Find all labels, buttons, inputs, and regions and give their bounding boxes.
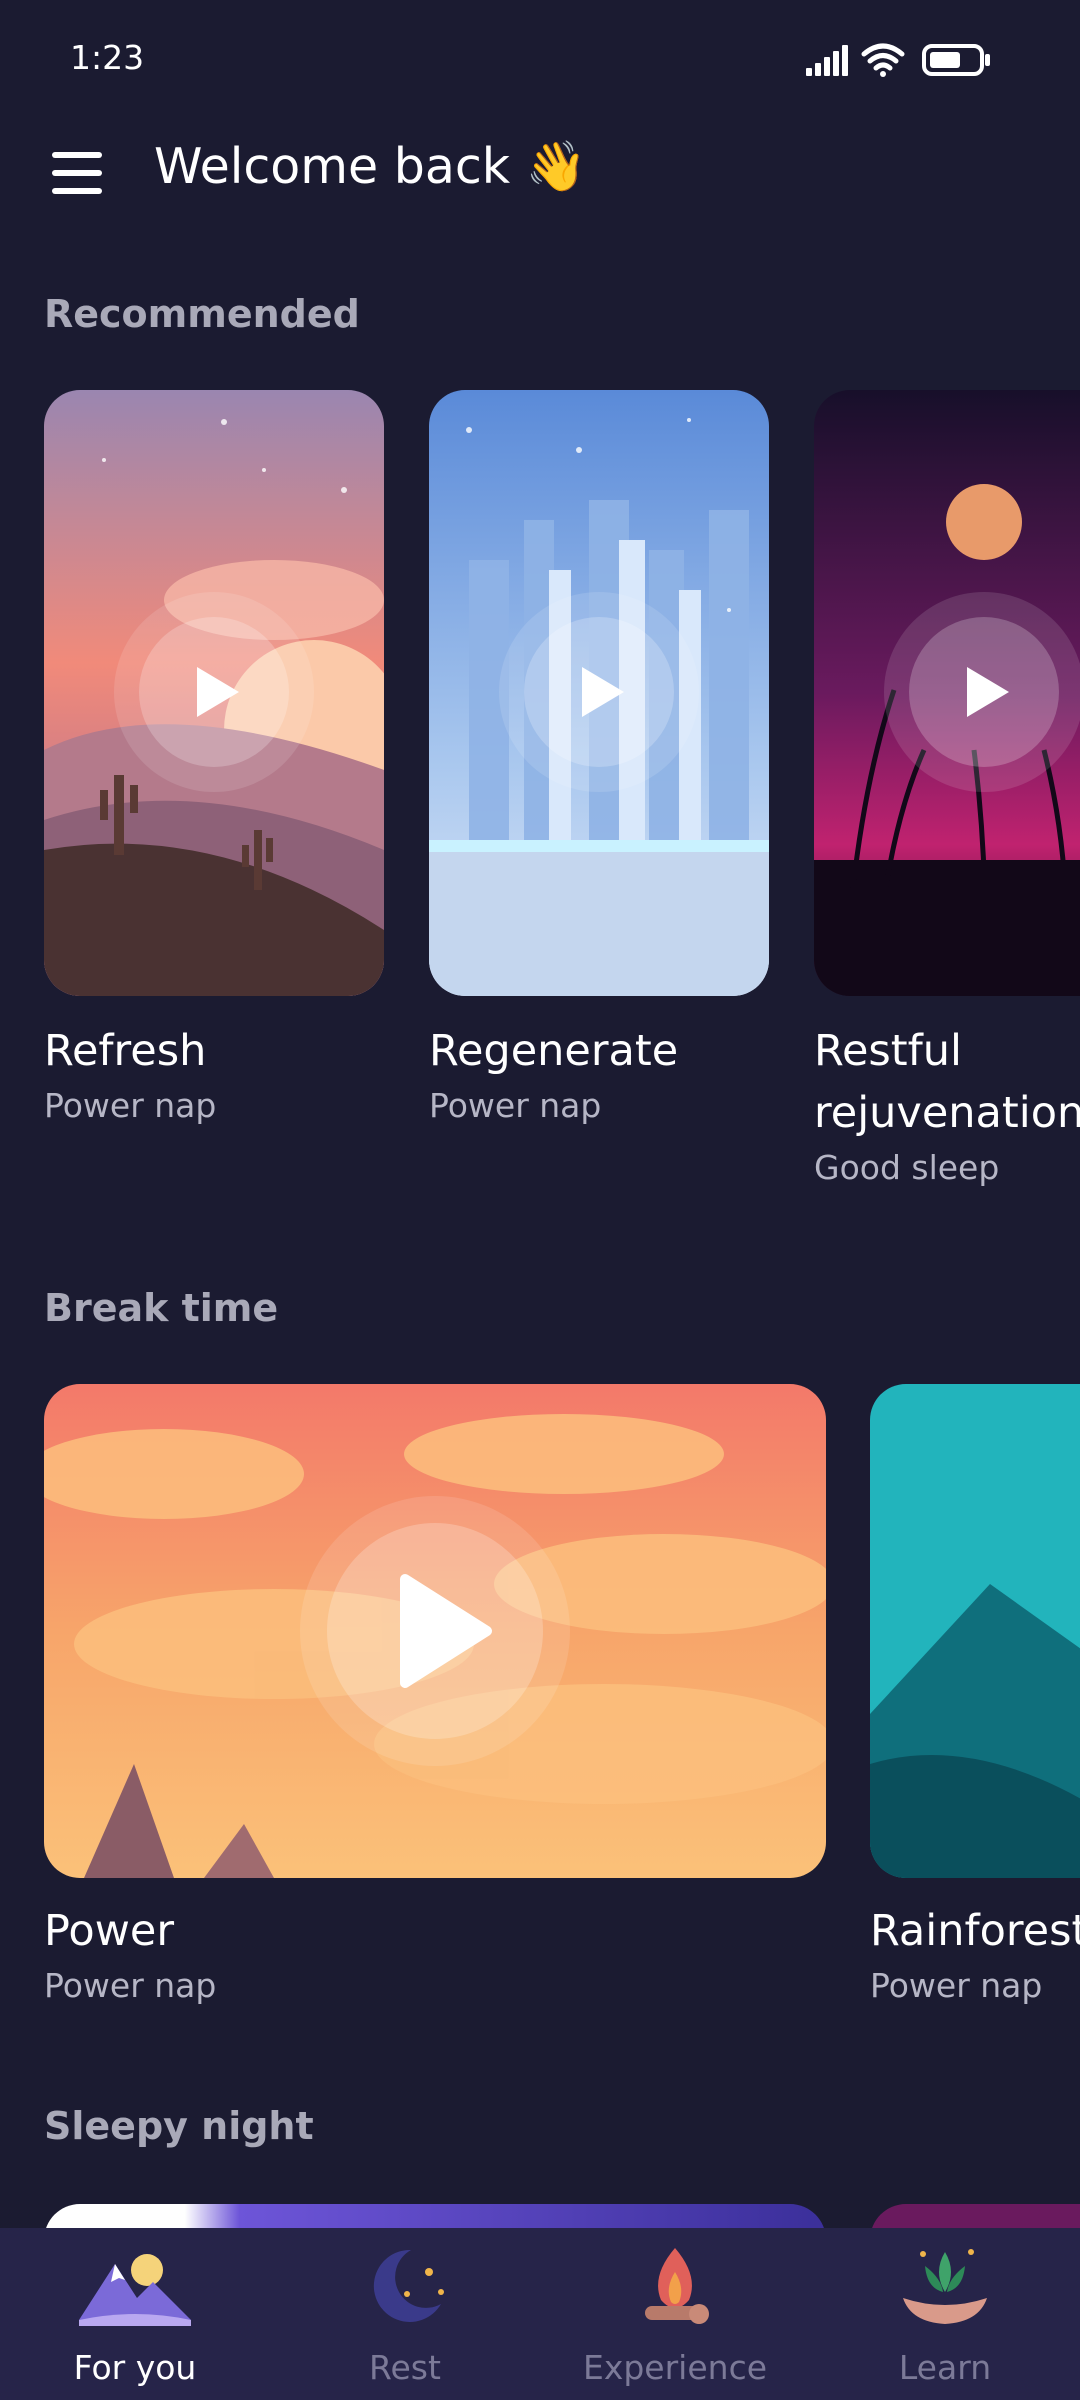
lotus-hand-icon [903, 2249, 987, 2324]
menu-icon [52, 152, 102, 158]
page-title: Welcome back 👋 [154, 138, 587, 195]
card-title: Refresh [44, 1026, 207, 1076]
wifi-icon [861, 43, 905, 77]
card-title: Rainforest [870, 1906, 1080, 1956]
nav-label: For you [73, 2348, 197, 2387]
nav-item-rest[interactable]: Rest [270, 2228, 540, 2400]
card-thumbnail[interactable] [44, 1384, 826, 1878]
play-button[interactable] [300, 1496, 570, 1766]
play-icon [582, 667, 624, 717]
signal-icon [806, 45, 848, 76]
play-icon [197, 667, 239, 717]
status-icons [806, 43, 990, 77]
section-title-break-time: Break time [44, 1286, 279, 1330]
card-thumbnail[interactable] [429, 390, 769, 996]
nav-label: Experience [582, 2348, 768, 2387]
section-title-recommended: Recommended [44, 292, 360, 336]
card-title: Power [44, 1906, 175, 1956]
menu-icon-bar [52, 170, 102, 176]
section-title-sleepy-night: Sleepy night [44, 2104, 314, 2148]
mountains-icon [79, 2254, 191, 2326]
card-subtitle: Good sleep [814, 1148, 1000, 1187]
card-thumbnail[interactable] [870, 1384, 1080, 1878]
nav-item-learn[interactable]: Learn [810, 2228, 1080, 2400]
status-time: 1:23 [70, 38, 145, 77]
battery-icon [922, 44, 990, 76]
card-subtitle: Power nap [429, 1086, 602, 1125]
card-subtitle: Power nap [870, 1966, 1043, 2005]
recommended-row[interactable]: Refresh Power nap Regenerate Power nap R… [0, 390, 1080, 1210]
menu-icon-bar [52, 188, 102, 194]
nav-label: Rest [369, 2348, 441, 2387]
moon-stars-icon [373, 2249, 444, 2322]
nav-item-for-you[interactable]: For you [0, 2228, 270, 2400]
header: Welcome back 👋 [0, 130, 1080, 230]
nav-label: Learn [898, 2348, 992, 2387]
nav-item-experience[interactable]: Experience [540, 2228, 810, 2400]
card-title: Regenerate [429, 1026, 679, 1076]
card-subtitle: Power nap [44, 1086, 217, 1125]
hamburger-menu-button[interactable] [50, 148, 104, 202]
play-icon [400, 1574, 492, 1688]
card-subtitle: Power nap [44, 1966, 217, 2005]
card-thumbnail[interactable] [814, 390, 1080, 996]
status-bar: 1:23 [0, 0, 1080, 120]
card-thumbnail[interactable] [44, 390, 384, 996]
campfire-icon [645, 2248, 709, 2324]
play-button[interactable] [499, 592, 699, 792]
card-title: Restful rejuvenation [814, 1026, 1080, 1138]
play-button[interactable] [884, 592, 1080, 792]
play-button[interactable] [114, 592, 314, 792]
play-icon [967, 667, 1009, 717]
break-time-row[interactable]: Power Power nap Rainforest Power nap [0, 1384, 1080, 2024]
bottom-navigation: For you Rest Experience Learn [0, 2228, 1080, 2400]
